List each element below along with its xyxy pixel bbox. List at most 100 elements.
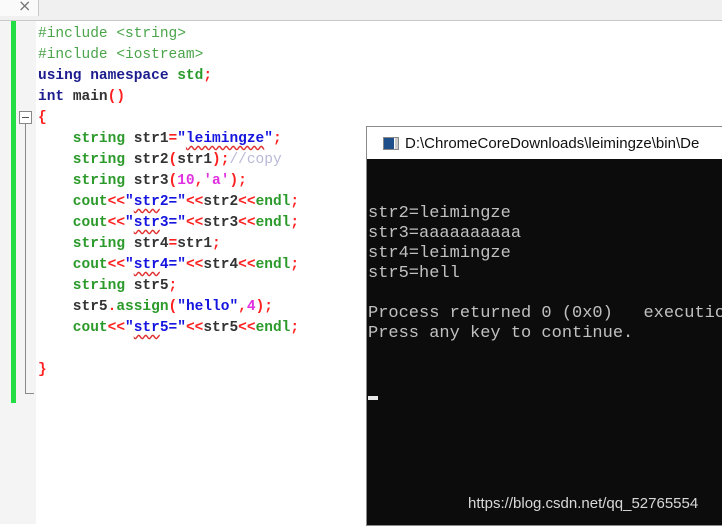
code-line: #include <string>: [38, 24, 299, 45]
code-token: 2=": [159, 194, 186, 210]
code-token: endl: [255, 194, 291, 210]
code-token: ": [177, 131, 186, 147]
console-title: D:\ChromeCoreDownloads\leimingze\bin\De: [405, 134, 700, 152]
code-token: =: [168, 236, 178, 252]
code-line: string str4=str1;: [38, 234, 299, 255]
code-token: ;: [272, 131, 282, 147]
code-token: str1: [133, 131, 169, 147]
code-token: str4: [203, 257, 239, 273]
code-token: );: [255, 299, 273, 315]
code-line: #include <iostream>: [38, 45, 299, 66]
code-token: ,: [238, 299, 247, 315]
code-line: int main(): [38, 87, 299, 108]
code-token: str4: [133, 236, 169, 252]
code-token: (: [168, 299, 178, 315]
code-line: string str5;: [38, 276, 299, 297]
code-token: <<: [185, 257, 204, 273]
code-token: );: [229, 173, 247, 189]
code-token: str2: [203, 194, 239, 210]
console-title-bar[interactable]: D:\ChromeCoreDownloads\leimingze\bin\De: [367, 127, 722, 159]
code-token: 3=": [159, 215, 186, 231]
code-line: string str3(10,'a');: [38, 171, 299, 192]
code-token: int: [38, 89, 73, 105]
code-token: string: [38, 278, 134, 294]
code-token: string: [38, 131, 134, 147]
code-token: str2: [133, 152, 169, 168]
code-line: cout<<"str2="<<str2<<endl;: [38, 192, 299, 213]
close-icon[interactable]: ×: [18, 0, 31, 15]
code-token: str1: [177, 152, 213, 168]
code-line: str5.assign("hello",4);: [38, 297, 299, 318]
code-token: ": [125, 215, 134, 231]
code-token: <<: [107, 257, 126, 273]
code-token: <<: [238, 257, 256, 273]
code-token: ": [125, 257, 134, 273]
code-token: ;: [290, 215, 300, 231]
code-token: std: [177, 68, 204, 84]
code-token: <<: [238, 194, 256, 210]
code-token: 4=": [159, 257, 186, 273]
code-line: string str2(str1);//copy: [38, 150, 299, 171]
code-line: }: [38, 360, 299, 381]
code-token: <<: [238, 215, 256, 231]
code-token: ;: [290, 194, 300, 210]
code-token: <<: [107, 320, 126, 336]
code-token: ;: [290, 320, 300, 336]
fold-end: [25, 393, 34, 394]
code-line: string str1="leimingze";: [38, 129, 299, 150]
console-app-icon: [383, 136, 399, 150]
code-token: #include <iostream>: [38, 47, 204, 63]
code-token: str: [133, 215, 160, 231]
code-editor[interactable]: #include <string> #include <iostream> usin…: [38, 24, 299, 381]
code-token: string: [38, 173, 134, 189]
code-token: ;: [212, 236, 221, 252]
code-token: assign: [116, 299, 169, 315]
code-token: 10: [177, 173, 195, 189]
code-token: <<: [185, 215, 204, 231]
editor-gutter: [0, 21, 36, 524]
code-line: {: [38, 108, 299, 129]
code-token: str1: [177, 236, 213, 252]
code-token: cout: [38, 320, 108, 336]
fold-collapse-icon[interactable]: [19, 111, 32, 124]
code-token: cout: [38, 194, 108, 210]
code-token: ": [125, 194, 134, 210]
code-token: string: [38, 236, 134, 252]
code-line: cout<<"str4="<<str4<<endl;: [38, 255, 299, 276]
code-token: using namespace: [38, 68, 178, 84]
editor-tab[interactable]: ×: [0, 0, 39, 16]
code-token: str: [133, 194, 160, 210]
console-output-text: str2=leimingze str3=aaaaaaaaaa str4=leim…: [368, 204, 722, 343]
code-token: <<: [185, 320, 204, 336]
code-token: main: [72, 89, 108, 105]
change-marker-bar: [11, 21, 16, 403]
code-token: str5: [203, 320, 239, 336]
code-token: ": [264, 131, 273, 147]
code-token: <<: [185, 194, 204, 210]
code-token: cout: [38, 257, 108, 273]
code-line: using namespace std;: [38, 66, 299, 87]
console-output: str2=leimingze str3=aaaaaaaaaa str4=leim…: [367, 159, 722, 440]
code-line: cout<<"str5="<<str5<<endl;: [38, 318, 299, 339]
code-line: cout<<"str3="<<str3<<endl;: [38, 213, 299, 234]
code-token: <<: [107, 194, 126, 210]
code-token: str3: [133, 173, 169, 189]
code-token: cout: [38, 215, 108, 231]
code-token: );: [212, 152, 230, 168]
code-token: 5=": [159, 320, 186, 336]
code-token: ;: [203, 68, 213, 84]
console-window[interactable]: D:\ChromeCoreDownloads\leimingze\bin\De …: [366, 126, 722, 526]
code-token: <<: [238, 320, 256, 336]
code-token: leimingze: [185, 131, 265, 147]
code-token: {: [38, 110, 47, 126]
code-token: ;: [168, 278, 178, 294]
code-token: 4: [246, 299, 256, 315]
code-token: }: [38, 362, 47, 378]
code-token: endl: [255, 257, 291, 273]
code-token: ": [125, 320, 134, 336]
code-token: str: [133, 320, 160, 336]
code-token: str: [133, 257, 160, 273]
code-token: str3: [203, 215, 239, 231]
code-token: <<: [107, 215, 126, 231]
